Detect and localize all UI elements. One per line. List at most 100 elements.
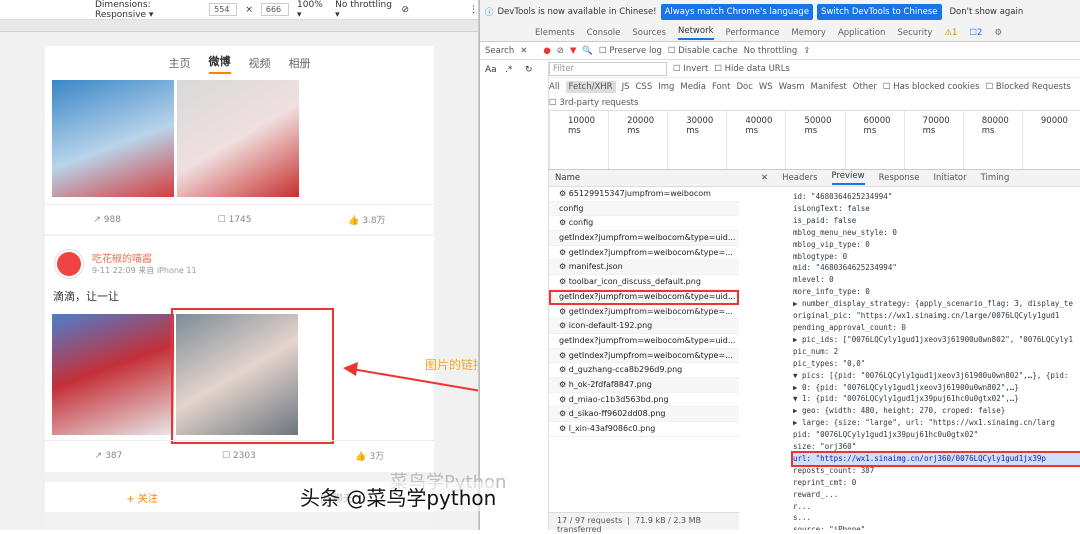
tab-memory[interactable]: Memory (791, 28, 826, 38)
close-icon[interactable]: ✕ (520, 46, 527, 56)
network-summary: 17 / 97 requests | 71.9 kB / 2.3 MB tran… (549, 512, 739, 534)
tab-elements[interactable]: Elements (535, 28, 575, 38)
request-row[interactable]: ⚙ 65129915347jumpfrom=weibocom (549, 187, 739, 202)
timeline-tick: 30000 ms (667, 111, 726, 169)
tab-application[interactable]: Application (838, 28, 886, 38)
json-line[interactable]: ▶ 0: {pid: "0076LQCyly1gud1jxeov3j61900u… (793, 382, 1080, 394)
json-line: mblog_menu_new_style: 0 (793, 227, 897, 237)
tab-sources[interactable]: Sources (632, 28, 666, 38)
json-line: source: "iPhone" (793, 525, 866, 530)
tab-performance[interactable]: Performance (726, 28, 780, 38)
type-manifest[interactable]: Manifest (810, 82, 846, 92)
blocked-cookies-checkbox[interactable]: ☐ Has blocked cookies (883, 82, 980, 92)
request-row[interactable]: ⚙ d_sikao-ff9602dd08.png (549, 407, 739, 422)
gear-icon[interactable]: ⚙ (994, 28, 1002, 38)
request-row[interactable]: ⚙ h_ok-2fdfaf8847.png (549, 377, 739, 393)
json-line[interactable]: ▶ number_display_strategy: {apply_scenar… (793, 298, 1080, 310)
switch-chinese-button[interactable]: Switch DevTools to Chinese (817, 4, 942, 20)
tab-initiator[interactable]: Initiator (933, 173, 966, 183)
json-line[interactable]: ▶ pic_ids: ["0076LQCyly1gud1jxeov3j61900… (793, 334, 1080, 346)
json-line: pid: "0076LQCyly1gud1jx39puj61hc0u0gtx02… (793, 430, 979, 440)
detail-tabs: ✕ Headers Preview Response Initiator Tim… (739, 170, 1080, 187)
json-line: pic_num: 2 (793, 346, 839, 356)
request-row[interactable]: ⚙ getIndex?jumpfrom=weibocom&type=... (549, 348, 739, 364)
tab-timing[interactable]: Timing (981, 173, 1010, 183)
info-icon: ⓘ (485, 8, 494, 18)
match-language-button[interactable]: Always match Chrome's language (660, 4, 814, 20)
warning-badge[interactable]: ⚠1 (944, 28, 957, 38)
json-line[interactable]: ▼ pics: [{pid: "0076LQCyly1gud1jxeov3j61… (793, 370, 1080, 382)
type-js[interactable]: JS (622, 82, 630, 92)
json-line[interactable]: ▶ geo: {width: 480, height: 270, croped:… (793, 405, 1080, 417)
json-line: mlevel: 0 (793, 275, 834, 285)
timeline-tick: 20000 ms (608, 111, 667, 169)
type-img[interactable]: Img (658, 82, 674, 92)
upload-icon[interactable]: ⇪ (803, 46, 810, 56)
json-line: original_pic: "https://wx1.sinaimg.cn/la… (793, 311, 1060, 321)
json-line: reposts_count: 387 (793, 465, 875, 475)
type-fetch-xhr[interactable]: Fetch/XHR (565, 81, 616, 93)
network-timeline[interactable]: 10000 ms 20000 ms 30000 ms 40000 ms 5000… (549, 110, 1080, 170)
clear-icon[interactable]: ⊘ (557, 46, 564, 56)
request-row[interactable]: getIndex?jumpfrom=weibocom&type=uid... (549, 289, 739, 305)
match-case-icon[interactable]: Aa (485, 65, 497, 75)
filter-icon[interactable]: ▼ (570, 46, 577, 56)
request-row[interactable]: ⚙ config (549, 216, 739, 232)
json-line[interactable]: ▶ large: {size: "large", url: "https://w… (793, 417, 1080, 429)
type-all[interactable]: All (549, 82, 560, 92)
name-column-header[interactable]: Name (549, 170, 739, 187)
hide-data-urls-checkbox[interactable]: ☐ Hide data URLs (714, 64, 790, 74)
filter-input[interactable]: Filter (549, 61, 667, 76)
regex-icon[interactable]: .* (505, 65, 512, 75)
request-row[interactable]: getIndex?jumpfrom=weibocom&type=uid... (549, 231, 739, 246)
info-badge[interactable]: ☐2 (969, 28, 982, 38)
throttle-select[interactable]: No throttling (744, 46, 798, 56)
request-row[interactable]: ⚙ d_miao-c1b3d563bd.png (549, 393, 739, 408)
tab-network[interactable]: Network (678, 26, 714, 40)
search-icon[interactable]: 🔍 (582, 46, 593, 56)
request-row[interactable]: ⚙ getIndex?jumpfrom=weibocom&type=... (549, 246, 739, 261)
type-filter-row: All Fetch/XHR JS CSS Img Media Font Doc … (549, 78, 1080, 96)
request-count: 17 / 97 requests (557, 516, 623, 525)
search-panel: Aa .* ↻ (479, 60, 549, 530)
preserve-log-checkbox[interactable]: ☐ Preserve log (599, 46, 662, 56)
disable-cache-checkbox[interactable]: ☐ Disable cache (668, 46, 738, 56)
tab-headers[interactable]: Headers (782, 173, 817, 183)
request-row[interactable]: ⚙ l_xin-43af9086c0.png (549, 422, 739, 437)
json-line: id: "4680364625234994" (793, 192, 893, 201)
type-wasm[interactable]: Wasm (779, 82, 805, 92)
panel-divider[interactable] (479, 0, 480, 530)
json-line[interactable]: ▼ 1: {pid: "0076LQCyly1gud1jx39puj61hc0u… (793, 393, 1080, 405)
info-message: DevTools is now available in Chinese! (497, 7, 657, 17)
request-row[interactable]: ⚙ getIndex?jumpfrom=weibocom&type=... (549, 305, 739, 320)
tab-preview[interactable]: Preview (831, 171, 865, 185)
request-row[interactable]: getIndex?jumpfrom=weibocom&type=uid... (549, 334, 739, 349)
record-icon[interactable]: ● (543, 46, 550, 56)
type-doc[interactable]: Doc (736, 82, 752, 92)
tab-security[interactable]: Security (897, 28, 932, 38)
blocked-requests-checkbox[interactable]: ☐ Blocked Requests (986, 82, 1071, 92)
request-row[interactable]: ⚙ manifest.json (549, 260, 739, 276)
request-row[interactable]: ⚙ d_guzhang-cca8b296d9.png (549, 363, 739, 378)
json-line: more_info_type: 0 (793, 287, 870, 297)
close-icon[interactable]: ✕ (761, 173, 768, 183)
json-line: mblogtype: 0 (793, 251, 848, 261)
dont-show-button[interactable]: Don't show again (946, 4, 1028, 20)
request-row[interactable]: config (549, 201, 739, 217)
type-font[interactable]: Font (712, 82, 731, 92)
type-other[interactable]: Other (853, 82, 877, 92)
devtools-tabs: Elements Console Sources Network Perform… (479, 24, 1080, 42)
request-row[interactable]: ⚙ icon-default-192.png (549, 319, 739, 334)
search-tab[interactable]: Search (485, 46, 514, 56)
type-media[interactable]: Media (680, 82, 706, 92)
tab-response[interactable]: Response (879, 173, 920, 183)
json-line: reprint_cmt: 0 (793, 477, 857, 487)
type-css[interactable]: CSS (636, 82, 653, 92)
invert-checkbox[interactable]: ☐ Invert (673, 64, 708, 74)
refresh-icon[interactable]: ↻ (525, 65, 533, 75)
tab-console[interactable]: Console (587, 28, 621, 38)
devtools-panel: ⓘ DevTools is now available in Chinese! … (478, 0, 1080, 534)
third-party-checkbox[interactable]: ☐ 3rd-party requests (549, 98, 638, 108)
type-ws[interactable]: WS (759, 82, 773, 92)
request-row[interactable]: ⚙ toolbar_icon_discuss_default.png (549, 275, 739, 290)
